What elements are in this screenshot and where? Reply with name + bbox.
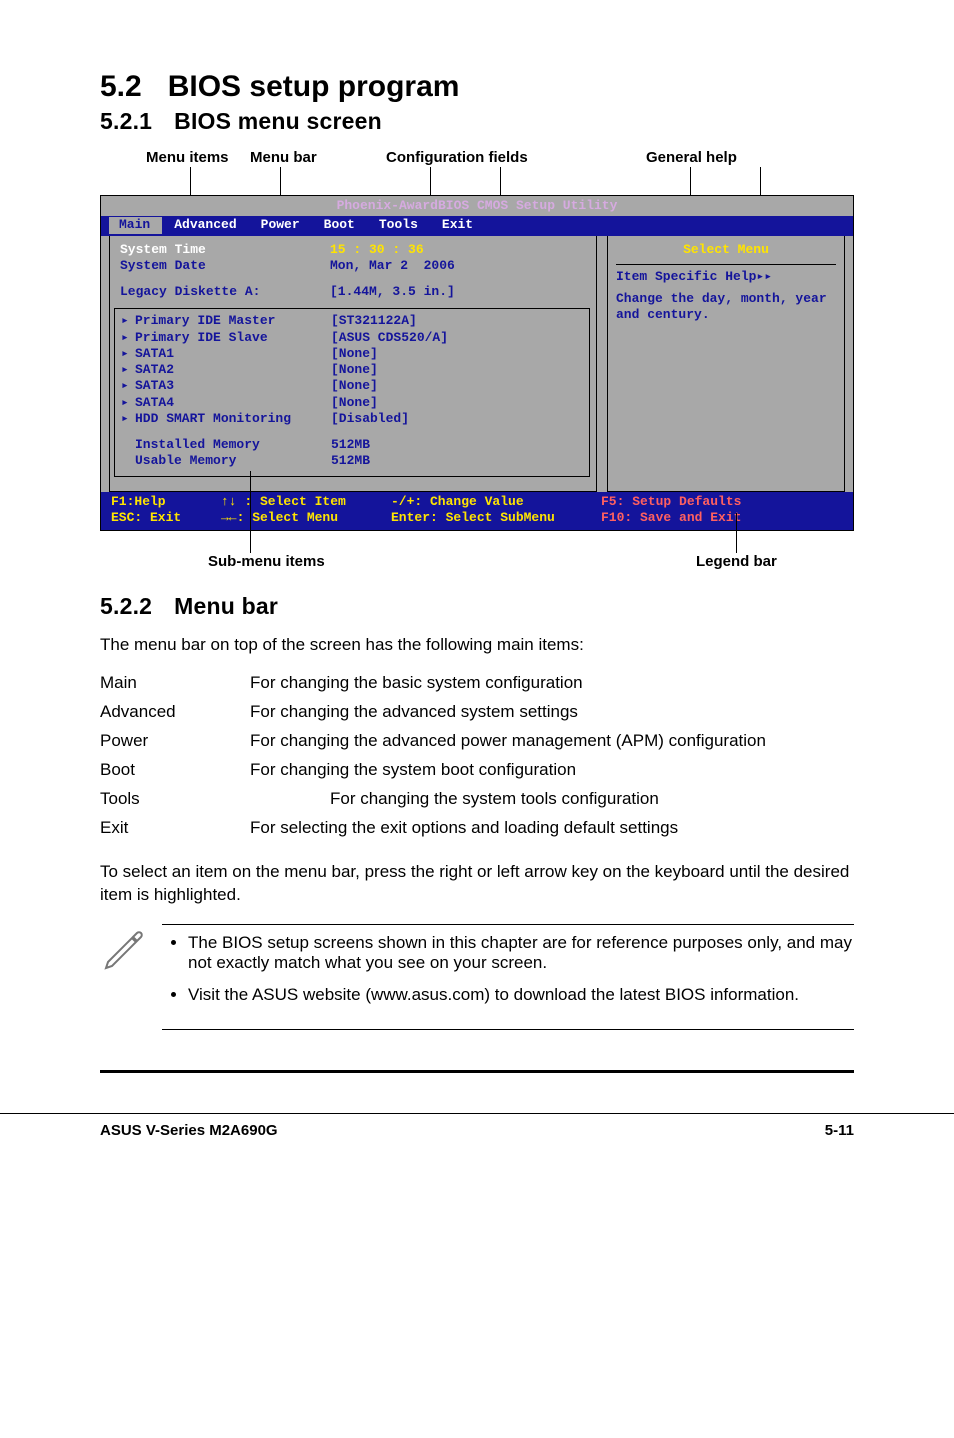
submenu-arrow-icon: ▸ [121, 395, 135, 411]
subsection-title-2: 5.2.2 Menu bar [100, 593, 854, 620]
row-primary-ide-master[interactable]: ▸Primary IDE Master [ST321122A] [121, 313, 583, 329]
bios-screenshot: Phoenix-AwardBIOS CMOS Setup Utility Mai… [100, 195, 854, 531]
note-item: The BIOS setup screens shown in this cha… [188, 933, 854, 973]
help-select-menu: Select Menu [616, 242, 836, 258]
system-date-value: Mon, Mar 2 2006 [330, 258, 586, 274]
legacy-diskette-label: Legacy Diskette A: [120, 284, 330, 300]
annotation-menu-items: Menu items [146, 149, 229, 166]
legacy-diskette-value: [1.44M, 3.5 in.] [330, 284, 586, 300]
row-system-date[interactable]: System Date Mon, Mar 2 2006 [120, 258, 586, 274]
table-row: ToolsFor changing the system tools confi… [100, 785, 854, 814]
table-row: AdvancedFor changing the advanced system… [100, 698, 854, 727]
tab-exit[interactable]: Exit [432, 217, 485, 233]
bios-help-pane: Select Menu Item Specific Help▸▸ Change … [607, 236, 845, 492]
row-sata3[interactable]: ▸SATA3 [None] [121, 378, 583, 394]
top-annotations: Menu items Menu bar Configuration fields… [100, 149, 854, 195]
note-content: The BIOS setup screens shown in this cha… [162, 924, 854, 1030]
table-row: PowerFor changing the advanced power man… [100, 727, 854, 756]
table-row: MainFor changing the basic system config… [100, 669, 854, 698]
pencil-note-icon [100, 924, 148, 977]
annotation-general-help: General help [646, 149, 737, 166]
legend-select-menu: →←: Select Menu [221, 510, 338, 525]
legend-select-submenu: Enter: Select SubMenu [391, 510, 555, 525]
subsection-title: 5.2.1 BIOS menu screen [100, 108, 854, 135]
section-number: 5.2 [100, 70, 142, 103]
table-row: BootFor changing the system boot configu… [100, 756, 854, 785]
row-primary-ide-slave[interactable]: ▸Primary IDE Slave [ASUS CDS520/A] [121, 330, 583, 346]
tab-power[interactable]: Power [251, 217, 312, 233]
row-usable-memory: Usable Memory 512MB [121, 453, 583, 469]
bios-submenu-box: ▸Primary IDE Master [ST321122A] ▸Primary… [114, 308, 590, 476]
select-paragraph: To select an item on the menu bar, press… [100, 861, 854, 907]
bios-left-pane: System Time 15 : 30 : 36 System Date Mon… [109, 236, 597, 492]
annotation-config-fields: Configuration fields [386, 149, 528, 166]
annotation-legend-bar: Legend bar [696, 553, 777, 570]
submenu-arrow-icon: ▸ [121, 346, 135, 362]
bios-menu-bar: Main Advanced Power Boot Tools Exit [101, 216, 853, 235]
submenu-arrow-icon: ▸ [121, 313, 135, 329]
bios-legend-bar: F1:Help ESC: Exit ↑↓ : Select Item →←: S… [101, 492, 853, 531]
help-text: Change the day, month, year and century. [616, 291, 836, 324]
help-item-specific: Item Specific Help▸▸ [616, 269, 836, 285]
subsection-text-2: Menu bar [174, 593, 278, 619]
row-sata1[interactable]: ▸SATA1 [None] [121, 346, 583, 362]
section-title: 5.2 BIOS setup program [100, 70, 854, 104]
note-block: The BIOS setup screens shown in this cha… [100, 924, 854, 1030]
legend-change-value: -/+: Change Value [391, 494, 524, 509]
bottom-annotations: Sub-menu items Legend bar [100, 531, 854, 573]
legend-select-item: ↑↓ : Select Item [221, 494, 346, 509]
legend-f5: F5: Setup Defaults [601, 494, 741, 509]
menubar-intro: The menu bar on top of the screen has th… [100, 634, 854, 657]
tab-tools[interactable]: Tools [369, 217, 430, 233]
page-footer: ASUS V-Series M2A690G 5-11 [0, 1113, 954, 1169]
subsection-text: BIOS menu screen [174, 108, 382, 134]
row-sata2[interactable]: ▸SATA2 [None] [121, 362, 583, 378]
system-date-label: System Date [120, 258, 330, 274]
annotation-sub-menu-items: Sub-menu items [208, 553, 325, 570]
tab-boot[interactable]: Boot [314, 217, 367, 233]
tab-advanced[interactable]: Advanced [164, 217, 248, 233]
legend-f1: F1:Help [111, 494, 166, 509]
submenu-arrow-icon: ▸ [121, 411, 135, 427]
system-time-label: System Time [120, 242, 330, 258]
section-text: BIOS setup program [168, 70, 460, 103]
note-item: Visit the ASUS website (www.asus.com) to… [188, 985, 854, 1005]
row-installed-memory: Installed Memory 512MB [121, 437, 583, 453]
row-legacy-diskette[interactable]: Legacy Diskette A: [1.44M, 3.5 in.] [120, 284, 586, 300]
submenu-arrow-icon: ▸ [121, 330, 135, 346]
legend-f10: F10: Save and Exit [601, 510, 741, 525]
row-hdd-smart[interactable]: ▸HDD SMART Monitoring [Disabled] [121, 411, 583, 427]
subsection-number-2: 5.2.2 [100, 593, 152, 619]
tab-main[interactable]: Main [109, 217, 162, 233]
system-time-value: 15 : 30 : 36 [330, 242, 586, 258]
row-system-time[interactable]: System Time 15 : 30 : 36 [120, 242, 586, 258]
annotation-menu-bar: Menu bar [250, 149, 317, 166]
footer-left: ASUS V-Series M2A690G [100, 1122, 278, 1139]
bios-title: Phoenix-AwardBIOS CMOS Setup Utility [101, 196, 853, 216]
menubar-definitions-table: MainFor changing the basic system config… [100, 669, 854, 843]
subsection-number: 5.2.1 [100, 108, 152, 134]
row-sata4[interactable]: ▸SATA4 [None] [121, 395, 583, 411]
submenu-arrow-icon: ▸ [121, 378, 135, 394]
submenu-arrow-icon: ▸ [121, 362, 135, 378]
legend-esc: ESC: Exit [111, 510, 181, 525]
footer-right: 5-11 [825, 1122, 854, 1139]
table-row: ExitFor selecting the exit options and l… [100, 814, 854, 843]
